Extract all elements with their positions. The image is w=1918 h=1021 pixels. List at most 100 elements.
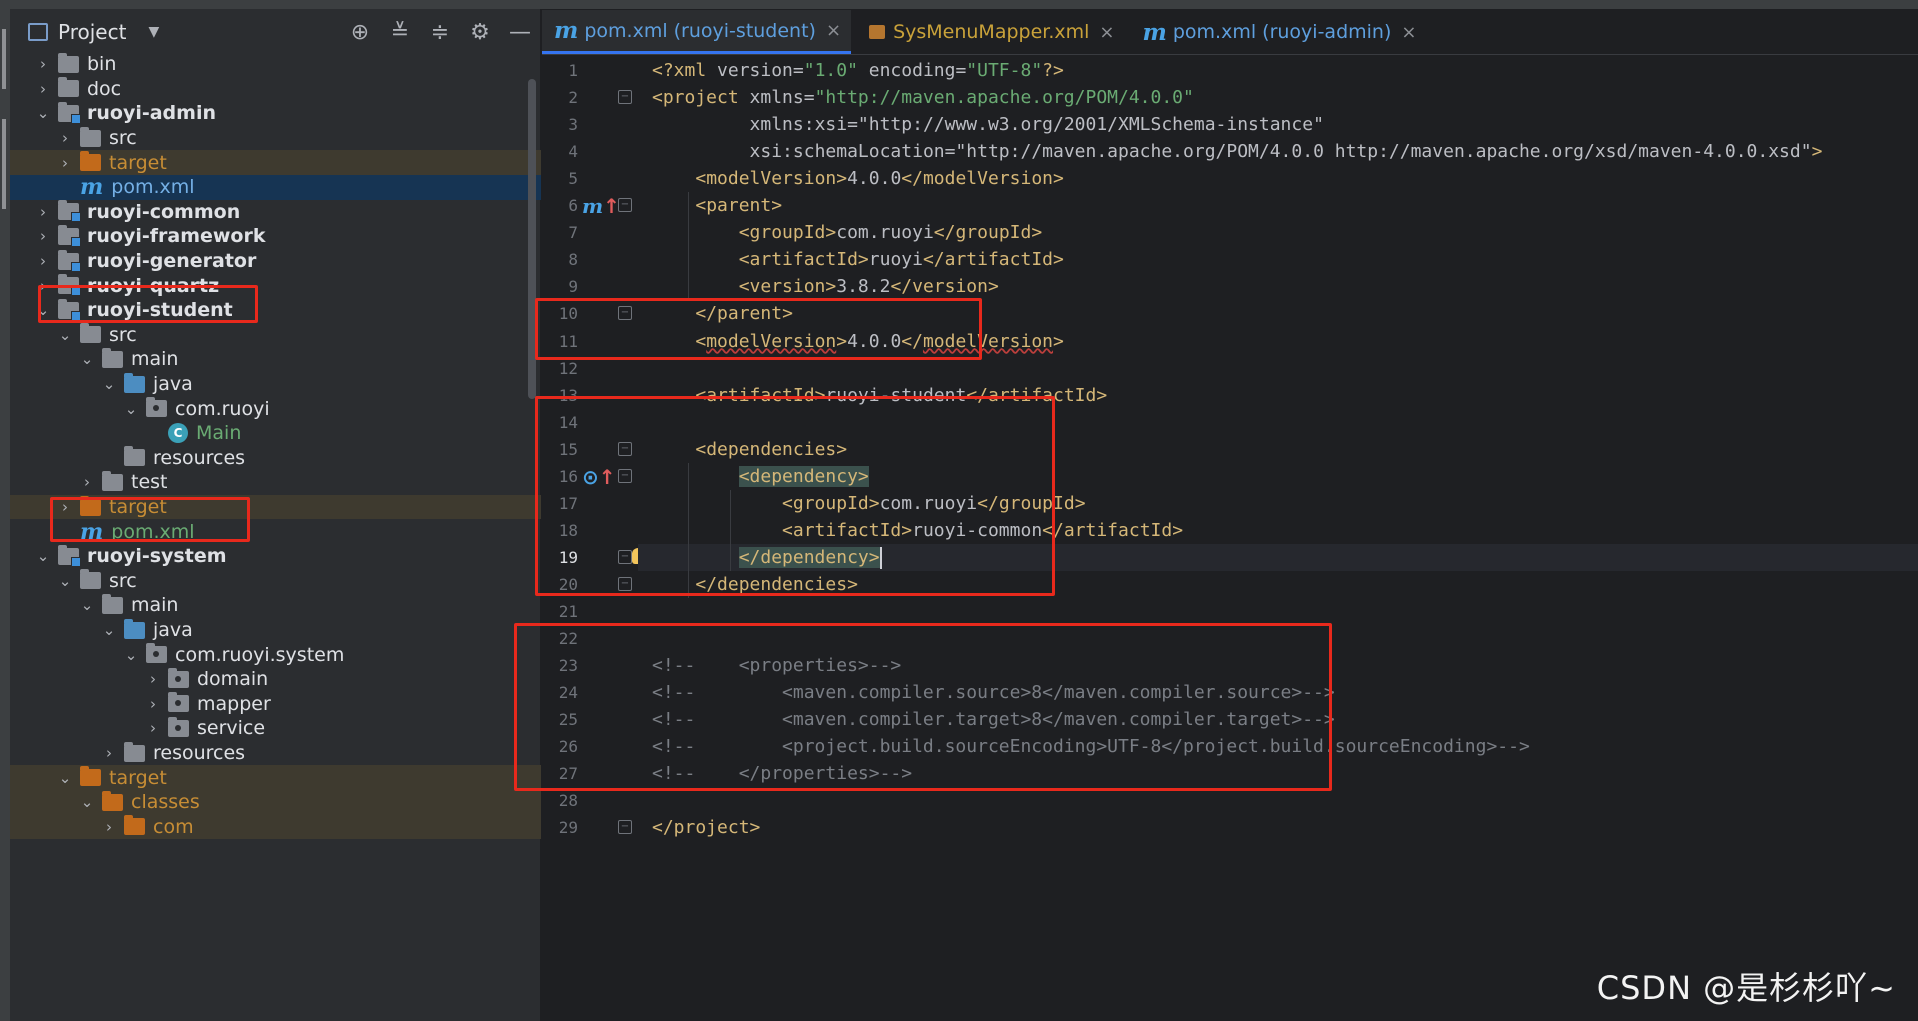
- tree-item[interactable]: › ruoyi-framework: [10, 224, 541, 249]
- xml-file-icon: [869, 25, 886, 39]
- maven-parent-gutter-icon[interactable]: m↑: [582, 194, 620, 218]
- chevron-right-icon[interactable]: ›: [56, 129, 74, 147]
- tree-item[interactable]: ⌄ target: [10, 765, 541, 790]
- tree-item[interactable]: › service: [10, 716, 541, 741]
- tree-item[interactable]: ⌄ main: [10, 593, 541, 618]
- chevron-down-icon[interactable]: ⌄: [122, 646, 140, 664]
- chevron-right-icon[interactable]: ›: [100, 744, 118, 762]
- rail-project-tab[interactable]: [2, 29, 6, 89]
- tree-item[interactable]: › domain: [10, 667, 541, 692]
- chevron-right-icon[interactable]: ›: [144, 670, 162, 688]
- chevron-right-icon[interactable]: ›: [100, 818, 118, 836]
- tree-item[interactable]: ⌄ ruoyi-system: [10, 544, 541, 569]
- chevron-right-icon[interactable]: ›: [34, 55, 52, 73]
- tree-item[interactable]: › resources: [10, 741, 541, 766]
- tree-item-label: test: [131, 471, 168, 494]
- chevron-down-icon[interactable]: ⌄: [78, 350, 96, 368]
- tree-item[interactable]: m pom.xml: [10, 174, 541, 200]
- tree-item[interactable]: › ruoyi-common: [10, 200, 541, 225]
- tree-item[interactable]: C Main: [10, 421, 541, 446]
- chevron-down-icon[interactable]: ⌄: [100, 621, 118, 639]
- tree-item-label: ruoyi-admin: [87, 102, 216, 125]
- chevron-right-icon[interactable]: ›: [34, 80, 52, 98]
- editor-tab[interactable]: m pom.xml (ruoyi-admin) ×: [1131, 10, 1427, 54]
- fold-toggle-icon[interactable]: −: [618, 90, 632, 105]
- close-icon[interactable]: ×: [1099, 22, 1114, 43]
- chevron-down-icon[interactable]: ⌄: [100, 375, 118, 393]
- rail-structure-tab[interactable]: [2, 119, 6, 209]
- code-line[interactable]: xsi:schemaLocation="http://maven.apache.…: [638, 138, 1918, 165]
- tree-item[interactable]: › com: [10, 814, 541, 840]
- close-icon[interactable]: ×: [826, 20, 841, 41]
- close-icon[interactable]: ×: [1401, 22, 1416, 43]
- expand-all-icon[interactable]: ≚: [380, 20, 420, 45]
- chevron-right-icon[interactable]: ›: [56, 154, 74, 172]
- package-icon: [168, 716, 189, 737]
- code-line[interactable]: </project>: [638, 814, 1918, 841]
- chevron-right-icon[interactable]: ›: [34, 203, 52, 221]
- tree-item-label: bin: [87, 53, 117, 76]
- fold-toggle-icon[interactable]: −: [618, 198, 632, 213]
- code-line[interactable]: <parent>: [638, 192, 1918, 219]
- chevron-down-icon[interactable]: ⌄: [34, 547, 52, 565]
- code-line[interactable]: <artifactId>ruoyi</artifactId>: [638, 246, 1918, 273]
- chevron-down-icon[interactable]: ⌄: [56, 326, 74, 344]
- highlight-box-ruoyi-student: [38, 285, 258, 323]
- chevron-down-icon[interactable]: ⌄: [56, 572, 74, 590]
- editor-tab[interactable]: SysMenuMapper.xml ×: [857, 10, 1124, 54]
- editor-tab[interactable]: m pom.xml (ruoyi-student) ×: [542, 10, 852, 54]
- tree-item[interactable]: › target: [10, 150, 541, 175]
- tool-window-rail[interactable]: [0, 9, 10, 1021]
- project-panel-title[interactable]: Project: [58, 20, 126, 44]
- tree-item-label: java: [153, 373, 193, 396]
- tree-item[interactable]: › mapper: [10, 692, 541, 717]
- chevron-right-icon[interactable]: ›: [34, 252, 52, 270]
- minimize-icon[interactable]: —: [500, 20, 540, 45]
- tree-item[interactable]: › doc: [10, 77, 541, 102]
- tree-item[interactable]: › test: [10, 470, 541, 495]
- tree-item[interactable]: › src: [10, 126, 541, 151]
- chevron-down-icon[interactable]: ⌄: [34, 104, 52, 122]
- tree-item[interactable]: ⌄ src: [10, 569, 541, 594]
- tree-item[interactable]: ⌄ java: [10, 618, 541, 643]
- tree-item[interactable]: ⌄ com.ruoyi: [10, 396, 541, 421]
- chevron-down-icon[interactable]: ⌄: [78, 596, 96, 614]
- code-line[interactable]: <modelVersion>4.0.0</modelVersion>: [638, 165, 1918, 192]
- tree-item[interactable]: ⌄ classes: [10, 790, 541, 815]
- chevron-right-icon[interactable]: ›: [34, 227, 52, 245]
- chevron-right-icon[interactable]: ›: [144, 719, 162, 737]
- code-line[interactable]: <?xml version="1.0" encoding="UTF-8"?>: [638, 57, 1918, 84]
- code-line[interactable]: <groupId>com.ruoyi</groupId>: [638, 219, 1918, 246]
- chevron-down-icon[interactable]: ⌄: [78, 793, 96, 811]
- gear-icon[interactable]: ⚙: [460, 20, 500, 45]
- collapse-all-icon[interactable]: ≑: [420, 20, 460, 45]
- folder-icon: [58, 52, 79, 73]
- chevron-down-icon[interactable]: ▼: [148, 24, 159, 40]
- tree-item[interactable]: ⌄ com.ruoyi.system: [10, 642, 541, 667]
- chevron-down-icon[interactable]: ⌄: [122, 400, 140, 418]
- folder-icon: [102, 593, 123, 614]
- tree-item[interactable]: ⌄ main: [10, 347, 541, 372]
- package-icon: [146, 643, 167, 664]
- tree-item[interactable]: resources: [10, 446, 541, 471]
- code-line[interactable]: <project xmlns="http://maven.apache.org/…: [638, 84, 1918, 111]
- code-line[interactable]: <version>3.8.2</version>: [638, 273, 1918, 300]
- module-folder-icon: [58, 200, 81, 223]
- code-line[interactable]: [638, 787, 1918, 814]
- crosshair-icon[interactable]: ⊕: [340, 20, 380, 45]
- tree-item[interactable]: › ruoyi-generator: [10, 249, 541, 274]
- tree-item[interactable]: ⌄ src: [10, 323, 541, 348]
- code-line[interactable]: [638, 598, 1918, 625]
- fold-toggle-icon[interactable]: −: [618, 820, 632, 835]
- indent-guide: [688, 192, 689, 301]
- tree-item[interactable]: ⌄ ruoyi-admin: [10, 101, 541, 126]
- package-icon: [168, 667, 189, 688]
- project-toolbar: ⊕ ≚ ≑ ⚙ —: [340, 9, 540, 55]
- chevron-right-icon[interactable]: ›: [78, 473, 96, 491]
- chevron-down-icon[interactable]: ⌄: [56, 769, 74, 787]
- chevron-right-icon[interactable]: ›: [144, 695, 162, 713]
- editor-tab-label: pom.xml (ruoyi-student): [584, 19, 816, 42]
- tree-item[interactable]: › bin: [10, 52, 541, 77]
- code-line[interactable]: xmlns:xsi="http://www.w3.org/2001/XMLSch…: [638, 111, 1918, 138]
- tree-item[interactable]: ⌄ java: [10, 372, 541, 397]
